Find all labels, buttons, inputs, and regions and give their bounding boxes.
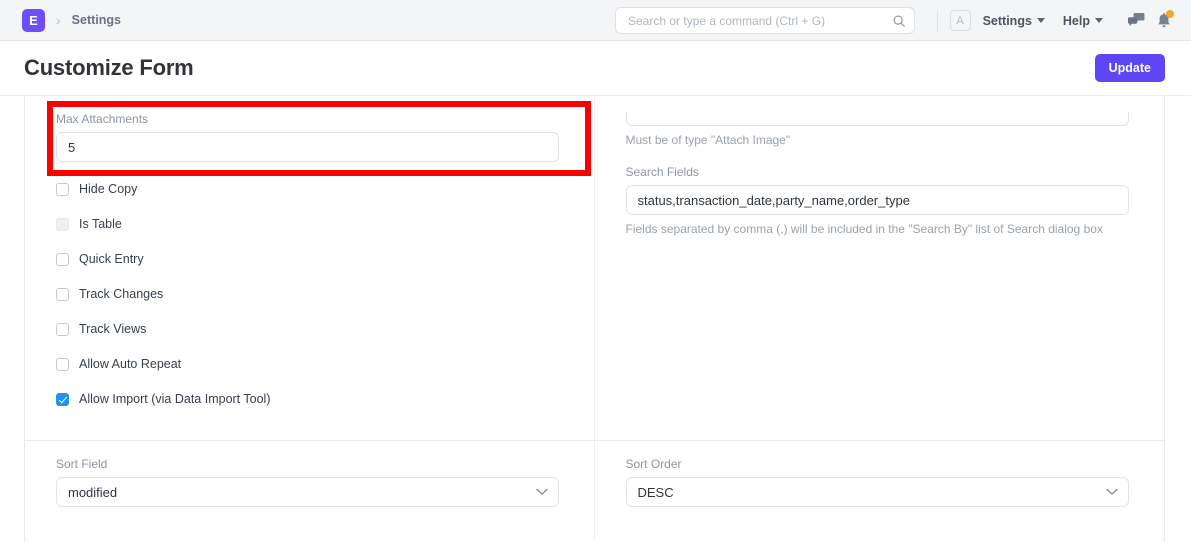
navbar-search-area: [615, 7, 915, 34]
checkbox-row-track-changes[interactable]: Track Changes: [56, 284, 559, 304]
is-table-checkbox: [56, 217, 69, 231]
sort-field-label: Sort Field: [56, 457, 108, 471]
search-input[interactable]: [626, 12, 892, 29]
form-section-sorting: Sort Field modified Sort Order DESC: [25, 440, 1164, 540]
sort-field-select-wrap[interactable]: modified: [56, 477, 559, 507]
image-field-group: Must be of type "Attach Image": [625, 112, 1129, 148]
sort-field-column: Sort Field modified: [25, 441, 595, 540]
page-header: Customize Form Update: [0, 41, 1191, 96]
breadcrumb-separator-icon: ›: [56, 12, 61, 28]
sort-order-column: Sort Order DESC: [595, 441, 1165, 540]
checkbox-row-is-table[interactable]: Is Table: [56, 214, 559, 234]
chat-button[interactable]: [1123, 8, 1149, 34]
checkbox-row-hide-copy[interactable]: Hide Copy: [56, 179, 559, 199]
app-logo-icon[interactable]: E: [22, 8, 45, 32]
is-table-label: Is Table: [79, 217, 122, 231]
top-navbar: E › Settings A Settings Help: [0, 0, 1191, 41]
sort-order-label: Sort Order: [625, 457, 682, 471]
search-icon[interactable]: [892, 14, 906, 28]
checkbox-row-allow-import[interactable]: Allow Import (via Data Import Tool): [56, 389, 559, 409]
form-column-right: Must be of type "Attach Image" Search Fi…: [595, 96, 1165, 440]
notifications-button[interactable]: [1151, 8, 1177, 34]
sort-order-group: Sort Order DESC: [625, 457, 1129, 507]
allow-auto-repeat-label: Allow Auto Repeat: [79, 357, 182, 371]
nav-help-label: Help: [1062, 13, 1090, 28]
image-field-hint: Must be of type "Attach Image": [625, 133, 791, 147]
sort-field-select[interactable]: modified: [56, 477, 559, 507]
track-views-checkbox[interactable]: [56, 322, 69, 336]
track-changes-checkbox[interactable]: [56, 287, 69, 301]
quick-entry-label: Quick Entry: [79, 252, 144, 266]
max-attachments-input[interactable]: [56, 132, 559, 162]
navbar-divider: [936, 9, 938, 32]
avatar[interactable]: A: [949, 10, 971, 31]
search-fields-group: Search Fields Fields separated by comma …: [625, 165, 1129, 237]
breadcrumb-settings-link[interactable]: Settings: [72, 13, 121, 27]
update-button[interactable]: Update: [1094, 54, 1165, 82]
customize-form-card: Max Attachments Hide Copy Is Table Quick: [24, 96, 1165, 542]
hide-copy-checkbox[interactable]: [56, 182, 69, 196]
chat-bubbles-icon: [1127, 13, 1144, 26]
track-changes-label: Track Changes: [79, 287, 164, 301]
notification-badge: [1166, 9, 1174, 18]
nav-help-dropdown[interactable]: Help: [1063, 14, 1103, 28]
allow-import-label: Allow Import (via Data Import Tool): [79, 392, 271, 406]
nav-settings-dropdown[interactable]: Settings: [983, 14, 1045, 28]
navbar-actions: A Settings Help: [933, 0, 1177, 41]
checkbox-row-quick-entry[interactable]: Quick Entry: [56, 249, 559, 269]
nav-settings-label: Settings: [982, 13, 1032, 28]
track-views-label: Track Views: [79, 322, 147, 336]
sort-order-select-wrap[interactable]: DESC: [625, 477, 1129, 507]
search-fields-label: Search Fields: [625, 165, 699, 180]
max-attachments-group: Max Attachments: [56, 112, 559, 162]
form-content-area: Max Attachments Hide Copy Is Table Quick: [0, 96, 1191, 542]
checkbox-row-track-views[interactable]: Track Views: [56, 319, 559, 339]
page-title: Customize Form: [24, 55, 194, 80]
search-box[interactable]: [615, 7, 915, 34]
image-field-input-partial[interactable]: [625, 112, 1129, 126]
quick-entry-checkbox[interactable]: [56, 252, 69, 266]
hide-copy-label: Hide Copy: [79, 182, 138, 196]
sort-order-select[interactable]: DESC: [625, 477, 1129, 507]
navbar-brand-area: E › Settings: [22, 8, 121, 32]
allow-auto-repeat-checkbox[interactable]: [56, 357, 69, 371]
max-attachments-label: Max Attachments: [56, 112, 149, 126]
chevron-down-icon: [1095, 18, 1103, 23]
allow-import-checkbox[interactable]: [56, 392, 69, 406]
checkbox-list: Hide Copy Is Table Quick Entry Track Cha…: [56, 179, 559, 409]
form-section-attachments: Max Attachments Hide Copy Is Table Quick: [25, 96, 1164, 440]
form-column-left: Max Attachments Hide Copy Is Table Quick: [25, 96, 595, 440]
checkbox-row-allow-auto-repeat[interactable]: Allow Auto Repeat: [56, 354, 559, 374]
sort-field-group: Sort Field modified: [56, 457, 559, 507]
search-fields-hint: Fields separated by comma (,) will be in…: [625, 222, 1103, 237]
chevron-down-icon: [1036, 18, 1045, 23]
search-fields-input[interactable]: [625, 185, 1129, 216]
